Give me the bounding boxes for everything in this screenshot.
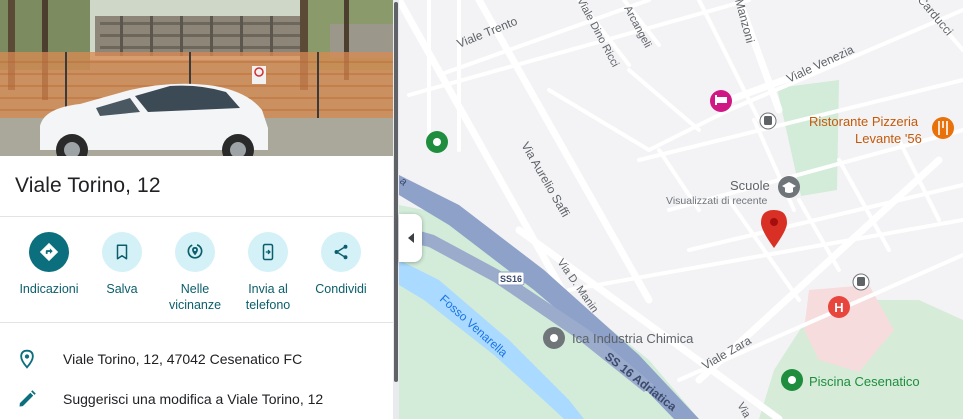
collapse-panel-button[interactable] xyxy=(399,214,422,262)
pencil-icon xyxy=(17,389,37,409)
street-label-carducci: Carducci xyxy=(915,0,956,38)
nearby-label: Nelle vicinanze xyxy=(168,282,222,312)
map-svg: SS16 Viale Trento Viale Dino Ricci Arcan… xyxy=(399,0,963,419)
poi-green-park[interactable] xyxy=(426,131,448,153)
directions-label: Indicazioni xyxy=(19,282,79,296)
poi-gray-industry[interactable] xyxy=(543,327,565,349)
bookmark-icon xyxy=(102,232,142,272)
send-to-phone-icon xyxy=(248,232,288,272)
school-label: Scuole xyxy=(730,178,770,193)
page-title: Viale Torino, 12 xyxy=(15,174,161,197)
street-photo-image xyxy=(0,0,393,156)
suggest-edit-row[interactable]: Suggerisci una modifica a Viale Torino, … xyxy=(0,381,393,417)
school-icon[interactable] xyxy=(778,176,800,198)
save-label: Salva xyxy=(106,282,138,296)
save-button[interactable]: Salva xyxy=(85,232,159,297)
share-button[interactable]: Condividi xyxy=(304,232,378,297)
industry-label: Ica Industria Chimica xyxy=(572,331,694,346)
suggest-edit-text: Suggerisci una modifica a Viale Torino, … xyxy=(63,391,324,407)
svg-text:H: H xyxy=(834,300,843,315)
bus-stop-icon[interactable] xyxy=(759,112,777,130)
share-label: Condividi xyxy=(315,282,367,296)
directions-icon xyxy=(29,232,69,272)
send-to-phone-label: Invia al telefono xyxy=(245,282,291,312)
poi-green-pool[interactable] xyxy=(781,369,803,391)
street-label-via: Via xyxy=(734,401,753,419)
street-label-viale-zara: Viale Zara xyxy=(700,333,754,373)
selected-location-pin[interactable] xyxy=(761,210,787,248)
chevron-left-icon xyxy=(407,233,414,243)
location-pin-icon xyxy=(17,349,37,369)
school-sublabel: Visualizzati di recente xyxy=(666,195,768,207)
street-label-viale-venezia: Viale Venezia xyxy=(784,42,856,85)
address-text: Viale Torino, 12, 47042 Cesenatico FC xyxy=(63,351,303,367)
map-canvas[interactable]: SS16 Viale Trento Viale Dino Ricci Arcan… xyxy=(399,0,963,419)
share-icon xyxy=(321,232,361,272)
place-photo[interactable] xyxy=(0,0,393,156)
scrollbar-thumb[interactable] xyxy=(394,2,398,382)
nearby-icon xyxy=(175,232,215,272)
address-row[interactable]: Viale Torino, 12, 47042 Cesenatico FC xyxy=(0,341,393,377)
hospital-icon[interactable]: H xyxy=(828,296,850,318)
restaurant-icon[interactable] xyxy=(932,117,954,139)
street-label-manzoni: Manzoni xyxy=(732,0,757,45)
hotel-icon[interactable] xyxy=(710,90,732,112)
directions-button[interactable]: Indicazioni xyxy=(12,232,86,297)
pool-label: Piscina Cesenatico xyxy=(809,374,920,389)
divider xyxy=(0,322,393,323)
restaurant-label-line2: Levante '56 xyxy=(855,131,922,146)
send-to-phone-button[interactable]: Invia al telefono xyxy=(231,232,305,313)
bus-stop-icon[interactable] xyxy=(852,273,870,291)
ss16-badge-label: SS16 xyxy=(500,274,522,284)
restaurant-label: Ristorante Pizzeria xyxy=(809,114,919,129)
nearby-button[interactable]: Nelle vicinanze xyxy=(158,232,232,313)
place-panel: Viale Torino, 12 Indicazioni Salva Nelle… xyxy=(0,0,393,419)
divider xyxy=(0,216,393,217)
